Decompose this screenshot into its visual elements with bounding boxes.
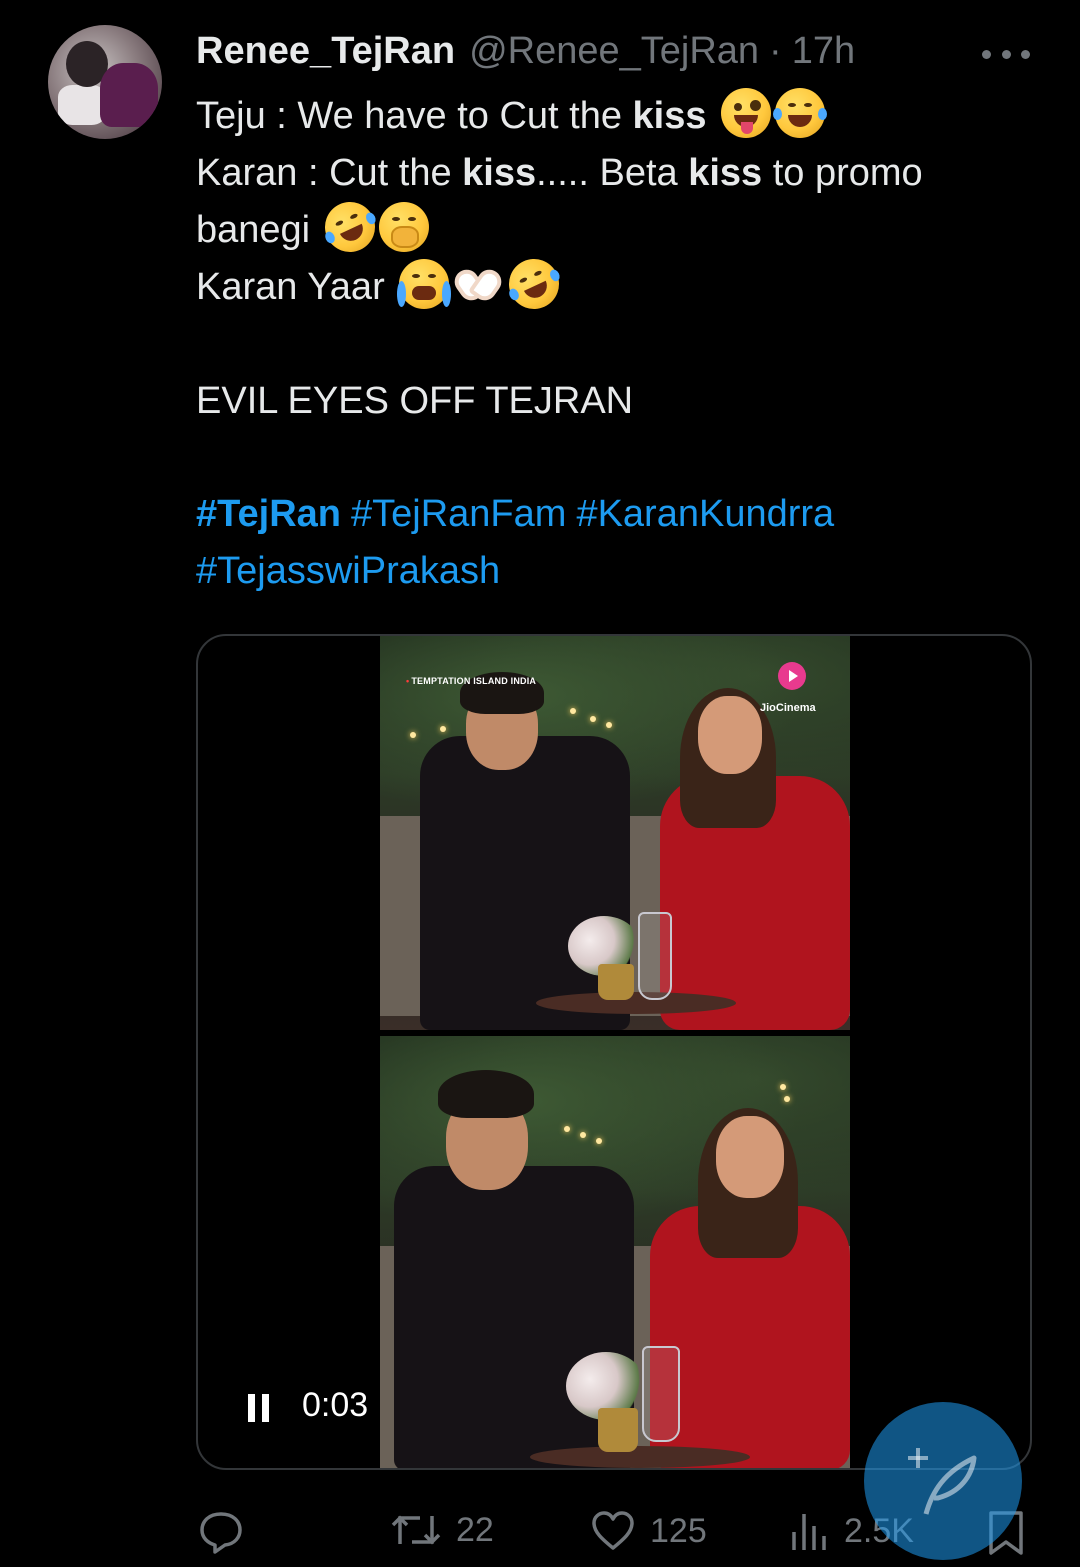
tweet-line: banegi [196,193,1036,261]
like-button[interactable]: 125 [590,1510,707,1552]
video-frame [380,1036,850,1468]
timestamp[interactable]: 17h [792,30,855,73]
retweet-icon [391,1515,441,1545]
text-segment: Karan Yaar [196,266,385,308]
text-segment: EVIL EYES OFF TEJRAN [196,380,634,422]
tweet-text: Teju : We have to Cut the kiss Karan : C… [196,88,1036,430]
tweet-line: Teju : We have to Cut the kiss [196,88,1036,145]
hashtag-link[interactable]: #TejRanFam [351,493,566,535]
tweet-header: Renee_TejRan @Renee_TejRan · 17h [196,30,855,76]
more-options-icon[interactable] [982,44,1030,64]
face-with-hand-over-mouth-emoji-icon [378,202,429,252]
pause-icon[interactable] [248,1394,270,1422]
tweet-line: EVIL EYES OFF TEJRAN [196,373,1036,430]
loudly-crying-face-emoji-icon [397,259,452,309]
video-frame: TEMPTATION ISLAND INDIA JioCinema [380,636,850,1030]
avatar-figure [100,63,158,127]
views-icon [792,1514,826,1550]
video-time: 0:03 [302,1386,369,1424]
hashtag-link[interactable]: #KaranKundrra [576,493,834,535]
author-name[interactable]: Renee_TejRan [196,30,455,73]
avatar[interactable] [48,25,162,139]
hashtags: #TejRan #TejRanFam #KaranKundrra #Tejasswi… [196,486,1036,600]
tweet-line: Karan : Cut the kiss..... Beta kiss to p… [196,145,1036,202]
reply-icon [200,1512,242,1554]
hashtag-link[interactable]: #TejasswiPrakash [196,550,500,592]
hashtag-link[interactable]: #TejRan [196,493,341,535]
tears-of-joy-emoji-icon [773,88,828,138]
separator: · [769,30,782,72]
jiocinema-logo-icon [778,662,806,690]
video-player[interactable]: TEMPTATION ISLAND INDIA JioCinema 0:0 [196,634,1032,1470]
heart-hands-emoji-icon [450,259,507,309]
rolling-on-floor-laughing-emoji-icon [316,193,383,261]
text-bold: kiss [632,95,707,137]
text-segment: banegi [196,209,311,251]
retweet-count: 22 [456,1510,494,1549]
retweet-button[interactable]: 22 [390,1510,494,1550]
avatar-figure [58,85,106,125]
rolling-on-floor-laughing-emoji-icon [501,250,568,318]
text-bold: kiss [688,152,763,194]
zany-face-emoji-icon [721,88,772,138]
heart-icon [592,1511,634,1550]
video-overlay-label: TEMPTATION ISLAND INDIA [406,676,536,686]
compose-button[interactable] [864,1402,1022,1560]
text-bold: kiss [462,152,537,194]
text-segment: to promo [762,152,923,194]
text-segment: Teju : We have to Cut the [196,95,633,137]
like-count: 125 [650,1511,707,1550]
video-brand: JioCinema [760,702,816,714]
text-segment: ..... Beta [536,152,689,194]
reply-button[interactable] [198,1510,244,1554]
compose-feather-icon [908,1448,977,1515]
text-segment: Karan : Cut the [196,152,463,194]
tweet: Renee_TejRan @Renee_TejRan · 17h Teju : … [0,0,1080,1567]
tweet-line: Karan Yaar [196,250,1036,318]
author-handle[interactable]: @Renee_TejRan [469,30,759,73]
